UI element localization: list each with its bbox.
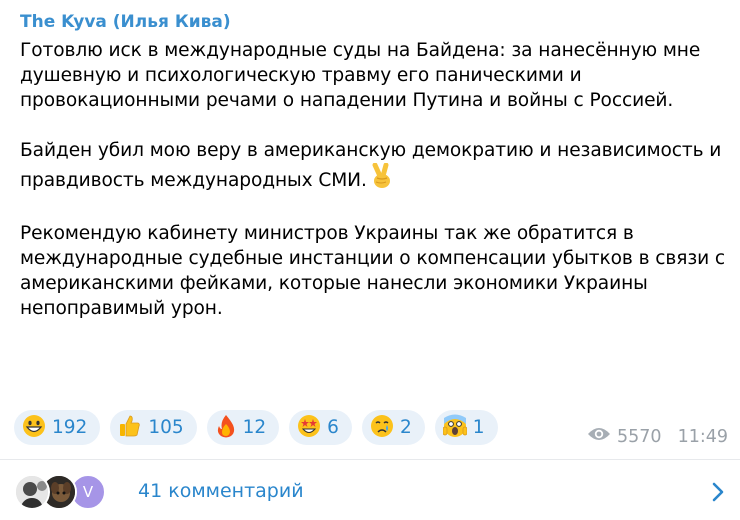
- chevron-right-icon[interactable]: [712, 482, 724, 506]
- channel-name[interactable]: The Kyva (Илья Кива): [20, 10, 730, 34]
- avatar-letter: V: [82, 483, 94, 501]
- reaction-count: 6: [327, 417, 339, 438]
- comments-button[interactable]: V 41 комментарий: [0, 460, 740, 520]
- star-struck-emoji: [297, 414, 321, 442]
- avatar: [14, 474, 50, 510]
- reaction-count: 2: [399, 417, 412, 438]
- reaction-grinning[interactable]: 192: [14, 410, 101, 445]
- fire-emoji: [215, 414, 237, 442]
- commenter-avatars: V: [14, 474, 124, 510]
- message-post: The Kyva (Илья Кива) Готовлю иск в между…: [20, 10, 730, 321]
- reaction-count: 1: [472, 417, 485, 438]
- thumbs-up-emoji: [118, 414, 142, 442]
- reaction-fire[interactable]: 12: [206, 410, 280, 445]
- reaction-count: 192: [52, 417, 88, 438]
- views-count: 5570: [617, 426, 662, 447]
- reactions-bar: 192 105 12 6 2 1: [14, 410, 498, 445]
- reaction-screaming[interactable]: 1: [434, 410, 498, 445]
- reaction-count: 12: [242, 417, 267, 438]
- views-counter: 5570: [587, 426, 662, 447]
- crying-face-emoji: [370, 414, 394, 442]
- reaction-crying[interactable]: 2: [361, 410, 425, 445]
- screaming-face-emoji: [442, 414, 468, 442]
- message-meta: 5570 11:49: [587, 426, 728, 447]
- reaction-thumbs-up[interactable]: 105: [110, 410, 197, 445]
- victory-hand-emoji: [371, 162, 393, 196]
- message-paragraph: Готовлю иск в международные суды на Байд…: [20, 40, 701, 111]
- reaction-count: 105: [148, 417, 184, 438]
- eye-icon: [587, 426, 611, 447]
- message-time: 11:49: [677, 426, 728, 447]
- message-paragraph: Рекомендую кабинету министров Украины та…: [20, 223, 726, 319]
- message-text: Готовлю иск в международные суды на Байд…: [20, 38, 730, 321]
- comments-count-label[interactable]: 41 комментарий: [138, 480, 304, 502]
- reaction-star-struck[interactable]: 6: [289, 410, 352, 445]
- grinning-face-emoji: [22, 414, 46, 442]
- message-paragraph: Байден убил мою веру в американскую демо…: [20, 138, 730, 196]
